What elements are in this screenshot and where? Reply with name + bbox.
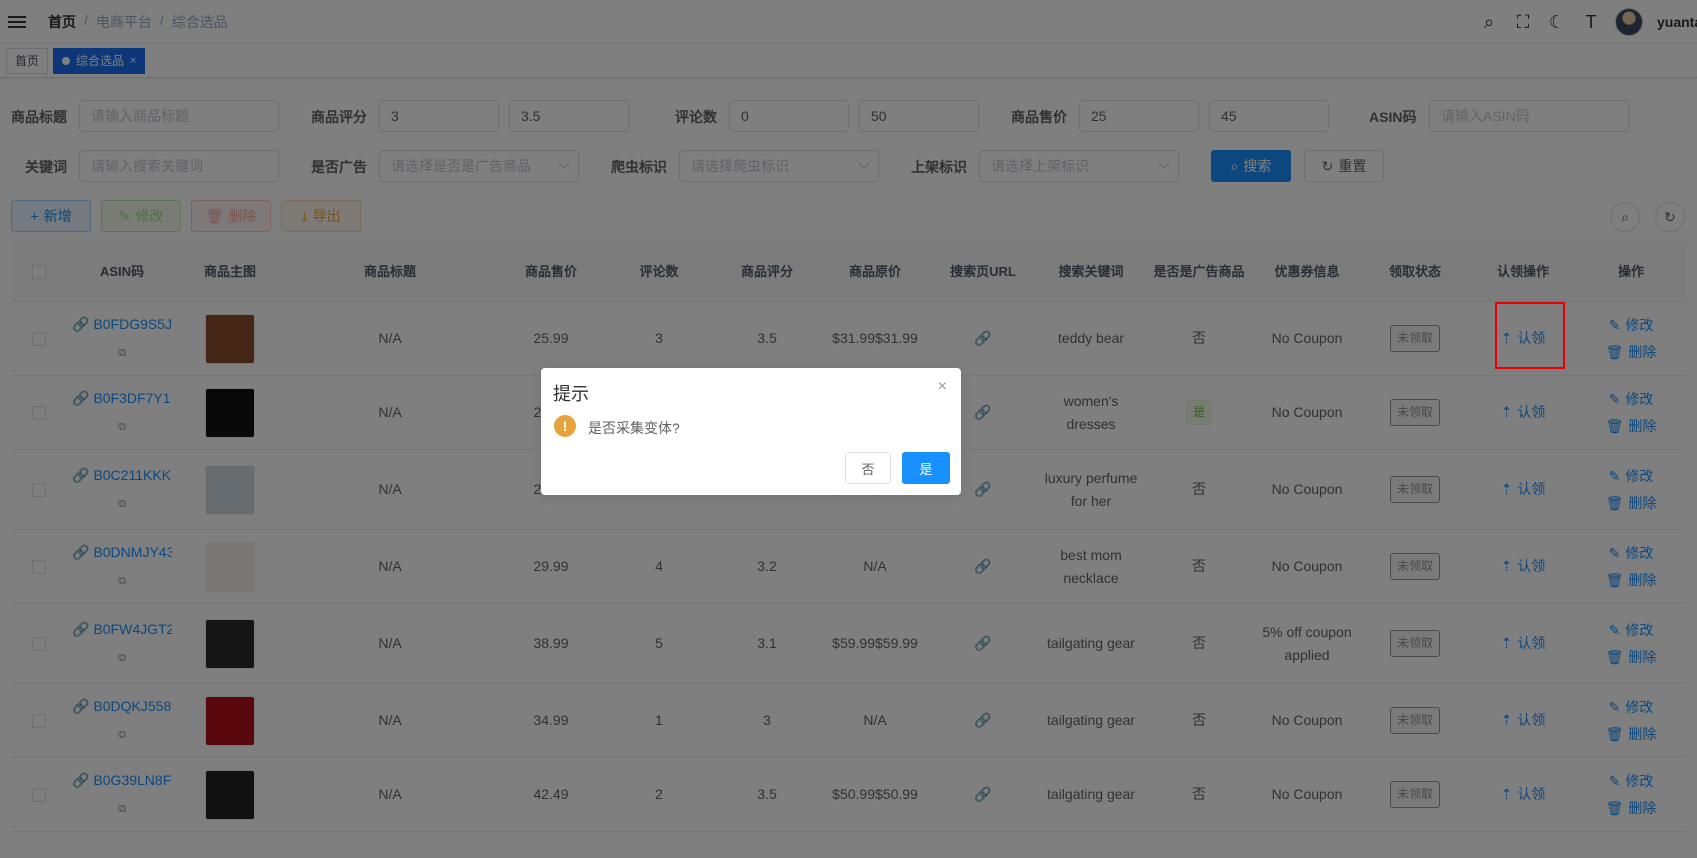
confirm-dialog: 提示 × ! 是否采集变体? 否 是 — [541, 368, 961, 495]
warning-icon: ! — [554, 415, 576, 437]
close-icon[interactable]: × — [938, 378, 947, 396]
dialog-title: 提示 — [553, 384, 589, 404]
no-button[interactable]: 否 — [845, 452, 891, 484]
yes-button[interactable]: 是 — [902, 452, 950, 484]
dialog-message: 是否采集变体? — [588, 420, 680, 436]
highlight-box — [1495, 302, 1565, 369]
